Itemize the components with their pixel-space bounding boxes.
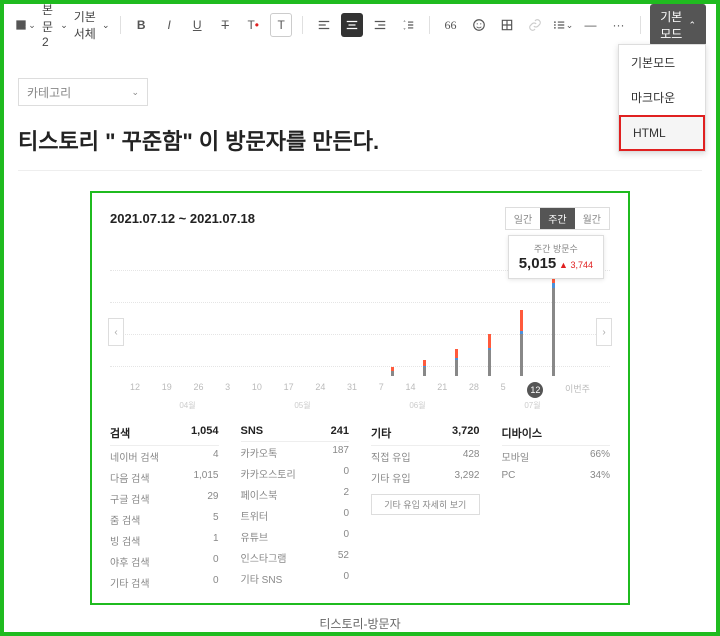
more-icon[interactable]: ···: [608, 13, 630, 37]
strike-icon[interactable]: T: [214, 13, 236, 37]
chart-tooltip: 주간 방문수 5,015 ▲ 3,744: [508, 235, 604, 279]
image-icon[interactable]: ⌄: [14, 13, 36, 37]
bar-col: [453, 256, 461, 376]
stat-row: 네이버 검색4: [110, 446, 219, 467]
date-range: 2021.07.12 ~ 2021.07.18: [110, 211, 255, 226]
stats-panel: 2021.07.12 ~ 2021.07.18 일간 주간 월간 주간 방문수 …: [90, 191, 630, 605]
app-frame: ⌄ 본문2⌄ 기본서체⌄ B I U T T• T 66 ⌄ — ··· 기본모…: [0, 0, 720, 636]
stat-row: 기타 유입3,292: [371, 467, 480, 488]
mode-dropdown: 기본모드 마크다운 HTML: [618, 44, 706, 152]
x-label: 26: [193, 382, 203, 398]
mode-option-basic[interactable]: 기본모드: [619, 45, 705, 80]
bar-col: [227, 256, 235, 376]
etc-more-button[interactable]: 기타 유입 자세히 보기: [371, 494, 480, 515]
x-label: 3: [225, 382, 230, 398]
divider: [18, 170, 702, 171]
link-icon[interactable]: [524, 13, 546, 37]
x-label: 24: [315, 382, 325, 398]
x-label: 10: [252, 382, 262, 398]
x-label: 19: [162, 382, 172, 398]
col-etc: 기타3,720 직접 유입428기타 유입3,292 기타 유입 자세히 보기: [371, 425, 480, 593]
bar-col: [162, 256, 170, 376]
bar-col: [130, 256, 138, 376]
color-icon[interactable]: T•: [242, 13, 264, 37]
mode-option-markdown[interactable]: 마크다운: [619, 80, 705, 115]
table-icon[interactable]: [496, 13, 518, 37]
x-label: 이번주: [565, 382, 590, 398]
highlight-icon[interactable]: T: [270, 13, 292, 37]
underline-icon[interactable]: U: [186, 13, 208, 37]
stat-row: 빙 검색1: [110, 530, 219, 551]
chart-prev-button[interactable]: ‹: [108, 318, 124, 346]
bar-col: [421, 256, 429, 376]
stats-columns: 검색1,054 네이버 검색4다음 검색1,015구글 검색29줌 검색5빙 검…: [110, 425, 610, 593]
stat-row: 인스타그램52: [241, 547, 350, 568]
align-center-icon[interactable]: [341, 13, 363, 37]
stat-row: 줌 검색5: [110, 509, 219, 530]
bar-col: [485, 256, 493, 376]
category-label: 카테고리: [27, 84, 71, 101]
x-label: 5: [501, 382, 506, 398]
x-label: 12: [527, 382, 543, 398]
bar-col: [195, 256, 203, 376]
stat-row: 기타 검색0: [110, 572, 219, 593]
chevron-down-icon: ⌄: [131, 87, 139, 98]
tab-weekly[interactable]: 주간: [540, 208, 574, 229]
stat-row: 카카오스토리0: [241, 463, 350, 484]
period-tabs: 일간 주간 월간: [505, 207, 610, 230]
align-left-icon[interactable]: [313, 13, 335, 37]
bar-col: [324, 256, 332, 376]
stat-row: 다음 검색1,015: [110, 467, 219, 488]
stat-row: 기타 SNS0: [241, 568, 350, 589]
bar-col: [356, 256, 364, 376]
emoji-icon[interactable]: [468, 13, 490, 37]
quote-icon[interactable]: 66: [440, 13, 462, 37]
editor-toolbar: ⌄ 본문2⌄ 기본서체⌄ B I U T T• T 66 ⌄ — ··· 기본모…: [12, 8, 708, 42]
x-label: 12: [130, 382, 140, 398]
chart-next-button[interactable]: ›: [596, 318, 612, 346]
post-title[interactable]: 티스토리 " 꾸준함" 이 방문자를 만든다.: [18, 124, 708, 156]
x-label: 14: [405, 382, 415, 398]
italic-icon[interactable]: I: [158, 13, 180, 37]
col-sns: SNS241 카카오톡187카카오스토리0페이스북2트위터0유튜브0인스타그램5…: [241, 425, 350, 593]
stat-row: 모바일66%: [502, 446, 611, 467]
list-icon[interactable]: ⌄: [552, 13, 574, 37]
stat-row: 유튜브0: [241, 526, 350, 547]
stat-row: 페이스북2: [241, 484, 350, 505]
mode-option-html[interactable]: HTML: [619, 115, 705, 151]
bar-col: [291, 256, 299, 376]
x-label: 21: [437, 382, 447, 398]
bar-col: [388, 256, 396, 376]
font-select[interactable]: 기본서체⌄: [74, 8, 110, 42]
x-label: 28: [469, 382, 479, 398]
bar-col: [259, 256, 267, 376]
paragraph-select[interactable]: 본문2⌄: [42, 1, 68, 49]
hr-icon[interactable]: —: [580, 13, 602, 37]
align-right-icon[interactable]: [369, 13, 391, 37]
stat-row: 구글 검색29: [110, 488, 219, 509]
col-search: 검색1,054 네이버 검색4다음 검색1,015구글 검색29줌 검색5빙 검…: [110, 425, 219, 593]
stat-row: 직접 유입428: [371, 446, 480, 467]
stat-row: 카카오톡187: [241, 442, 350, 463]
tab-daily[interactable]: 일간: [506, 208, 540, 229]
mode-button[interactable]: 기본모드⌃: [650, 4, 706, 46]
tab-monthly[interactable]: 월간: [575, 208, 609, 229]
x-label: 31: [347, 382, 357, 398]
x-label: 7: [379, 382, 384, 398]
stat-row: PC34%: [502, 467, 611, 484]
col-device: 디바이스 모바일66%PC34%: [502, 425, 611, 593]
x-label: 17: [284, 382, 294, 398]
stat-row: 야후 검색0: [110, 551, 219, 572]
line-height-icon[interactable]: [397, 13, 419, 37]
category-select[interactable]: 카테고리 ⌄: [18, 78, 148, 106]
stat-row: 트위터0: [241, 505, 350, 526]
image-caption: 티스토리-방문자: [12, 615, 708, 632]
bold-icon[interactable]: B: [130, 13, 152, 37]
